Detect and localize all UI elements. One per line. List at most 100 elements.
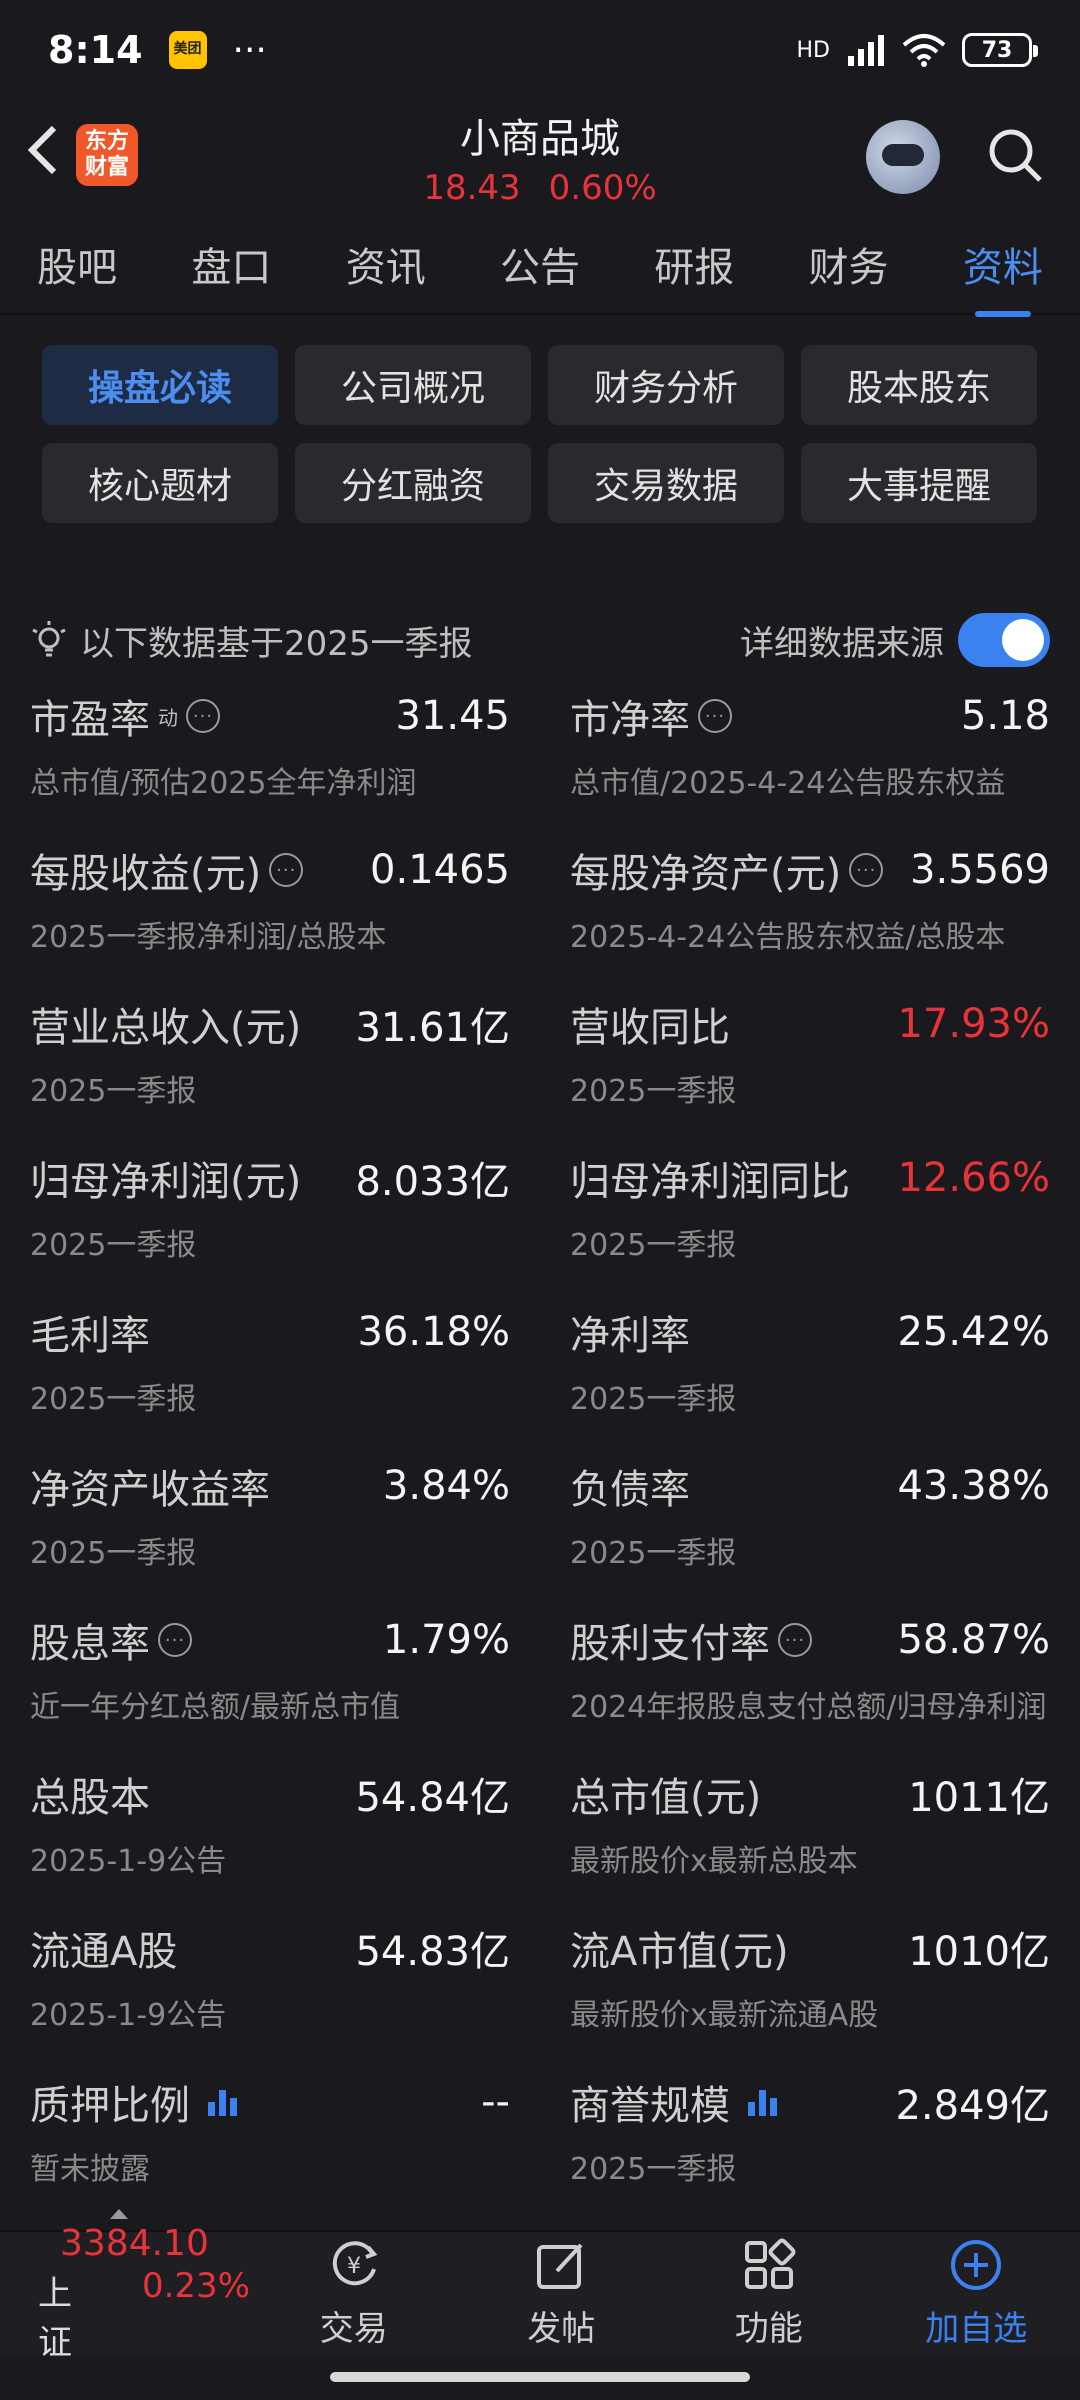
more-info-icon[interactable]: ··· <box>186 699 220 733</box>
network-label: HD <box>796 37 830 63</box>
metric-item: 质押比例 -- 暂未披露 <box>30 2066 540 2220</box>
section-button-must-read[interactable]: 操盘必读 <box>42 345 278 425</box>
bar-chart-icon[interactable] <box>208 2088 237 2116</box>
metric-value: 31.45 <box>395 693 510 739</box>
metric-label: 流A市值(元) <box>570 1919 789 1977</box>
section-button-core-themes[interactable]: 核心题材 <box>42 443 278 523</box>
nav-add-watchlist-label: 加自选 <box>925 2309 1028 2349</box>
tab-announcements[interactable]: 公告 <box>490 235 590 293</box>
data-basis-line: 以下数据基于2025一季报 详细数据来源 <box>30 610 1050 670</box>
metric-item: 营收同比 17.93% 2025一季报 <box>540 988 1050 1142</box>
status-time: 8:14 <box>48 28 143 72</box>
metric-label-text: 股息率 <box>30 1621 150 1667</box>
home-indicator[interactable] <box>330 2372 750 2382</box>
metric-description: 2025一季报净利润/总股本 <box>30 920 387 955</box>
metric-item: 股利支付率 ··· 58.87% 2024年报股息支付总额/归母净利润 <box>540 1604 1050 1758</box>
metric-item: 每股收益(元) ··· 0.1465 2025一季报净利润/总股本 <box>30 834 540 988</box>
tab-profile[interactable]: 资料 <box>953 235 1053 317</box>
metric-item: 负债率 43.38% 2025一季报 <box>540 1450 1050 1604</box>
metric-value: 31.61亿 <box>355 1005 510 1051</box>
metric-label-text: 总市值(元) <box>570 1775 762 1821</box>
metric-item: 净资产收益率 3.84% 2025一季报 <box>30 1450 540 1604</box>
metrics-grid: 市盈率动 ··· 31.45 总市值/预估2025全年净利润 市净率 ··· 5.18 总市值… <box>30 680 1050 2220</box>
metric-label-text: 股利支付率 <box>570 1621 770 1667</box>
metric-value: 1010亿 <box>908 1929 1050 1975</box>
metric-description: 2025一季报 <box>30 1074 197 1109</box>
section-button-dividend-financing[interactable]: 分红融资 <box>295 443 531 523</box>
nav-post[interactable]: 发帖 <box>458 2237 666 2350</box>
metric-label-text: 市净率 <box>570 697 690 743</box>
add-icon <box>951 2240 1002 2290</box>
section-button-company-overview[interactable]: 公司概况 <box>295 345 531 425</box>
more-notifications-icon: ··· <box>232 29 267 71</box>
metric-label: 商誉规模 <box>570 2073 777 2131</box>
robot-assistant-icon[interactable] <box>866 120 940 194</box>
metric-value: 0.1465 <box>370 847 510 893</box>
index-name: 上证 <box>38 2274 72 2363</box>
metric-item: 归母净利润同比 12.66% 2025一季报 <box>540 1142 1050 1296</box>
metric-description: 2025-4-24公告股东权益/总股本 <box>570 920 1006 955</box>
more-info-icon[interactable]: ··· <box>778 1623 812 1657</box>
section-button-shareholders[interactable]: 股本股东 <box>801 345 1037 425</box>
metric-label-text: 商誉规模 <box>570 2083 730 2129</box>
metric-item: 商誉规模 2.849亿 2025一季报 <box>540 2066 1050 2220</box>
meituan-app-icon: 美团 <box>168 31 207 69</box>
main-tabs: 股吧 盘口 资讯 公告 研报 财务 资料 <box>0 215 1080 317</box>
metric-value: 58.87% <box>897 1617 1050 1663</box>
metric-description: 近一年分红总额/最新总市值 <box>30 1690 401 1725</box>
search-icon[interactable] <box>986 126 1044 184</box>
metric-item: 市盈率动 ··· 31.45 总市值/预估2025全年净利润 <box>30 680 540 834</box>
metric-description: 2025一季报 <box>30 1536 197 1571</box>
section-button-financial-analysis[interactable]: 财务分析 <box>548 345 784 425</box>
metric-value: 5.18 <box>960 693 1050 739</box>
tab-guba[interactable]: 股吧 <box>27 235 127 293</box>
caret-up-icon <box>110 2209 128 2219</box>
more-info-icon[interactable]: ··· <box>158 1623 192 1657</box>
stock-change: 0.60% <box>548 168 657 208</box>
more-info-icon[interactable]: ··· <box>849 853 884 887</box>
metric-description: 2025一季报 <box>30 1382 197 1417</box>
metric-label: 负债率 <box>570 1457 690 1515</box>
metric-label-text: 净资产收益率 <box>30 1467 270 1513</box>
metric-label-text: 营收同比 <box>570 1005 730 1051</box>
tab-news[interactable]: 资讯 <box>336 235 436 293</box>
data-basis-text: 以下数据基于2025一季报 <box>80 623 473 664</box>
tab-research[interactable]: 研报 <box>644 235 744 293</box>
section-button-event-reminders[interactable]: 大事提醒 <box>801 443 1037 523</box>
section-button-trading-data[interactable]: 交易数据 <box>548 443 784 523</box>
metric-value: 54.83亿 <box>355 1929 510 1975</box>
more-info-icon[interactable]: ··· <box>269 853 304 887</box>
metric-value: 1.79% <box>382 1617 510 1663</box>
metric-item: 总股本 54.84亿 2025-1-9公告 <box>30 1758 540 1912</box>
data-source-label: 详细数据来源 <box>740 623 944 664</box>
metric-label-text: 负债率 <box>570 1467 690 1513</box>
signal-icon <box>848 35 884 66</box>
tab-pankou[interactable]: 盘口 <box>181 235 281 293</box>
metric-label: 毛利率 <box>30 1303 150 1361</box>
metric-label-text: 净利率 <box>570 1313 690 1359</box>
metric-description: 2025一季报 <box>570 2152 737 2187</box>
nav-functions[interactable]: 功能 <box>665 2237 873 2350</box>
metric-label: 净利率 <box>570 1303 690 1361</box>
nav-add-watchlist[interactable]: 加自选 <box>873 2237 1080 2350</box>
wifi-icon <box>902 34 946 67</box>
metric-label: 营收同比 <box>570 995 730 1053</box>
metric-value: 1011亿 <box>908 1775 1050 1821</box>
metric-label: 每股收益(元) ··· <box>30 841 304 899</box>
bar-chart-icon[interactable] <box>748 2088 777 2116</box>
metric-label: 营业总收入(元) <box>30 995 301 1053</box>
metric-description: 2024年报股息支付总额/归母净利润 <box>570 1690 1047 1725</box>
metric-description: 2025一季报 <box>570 1382 737 1417</box>
bottom-nav: 3384.10 上证 0.23% ¥ 交易 发帖 功能 加自选 <box>0 2209 1080 2363</box>
nav-trade[interactable]: ¥ 交易 <box>250 2237 458 2350</box>
tab-finance[interactable]: 财务 <box>799 235 899 293</box>
index-ticker[interactable]: 3384.10 上证 0.23% <box>0 2209 250 2364</box>
metric-superscript: 动 <box>158 705 178 730</box>
metric-description: 暂未披露 <box>30 2152 150 2187</box>
metric-value: 3.84% <box>382 1463 510 1509</box>
data-source-toggle[interactable] <box>958 613 1050 667</box>
metric-description: 2025一季报 <box>570 1536 737 1571</box>
metric-label-text: 每股净资产(元) <box>570 851 842 897</box>
more-info-icon[interactable]: ··· <box>698 699 732 733</box>
metric-label: 总市值(元) <box>570 1765 761 1823</box>
